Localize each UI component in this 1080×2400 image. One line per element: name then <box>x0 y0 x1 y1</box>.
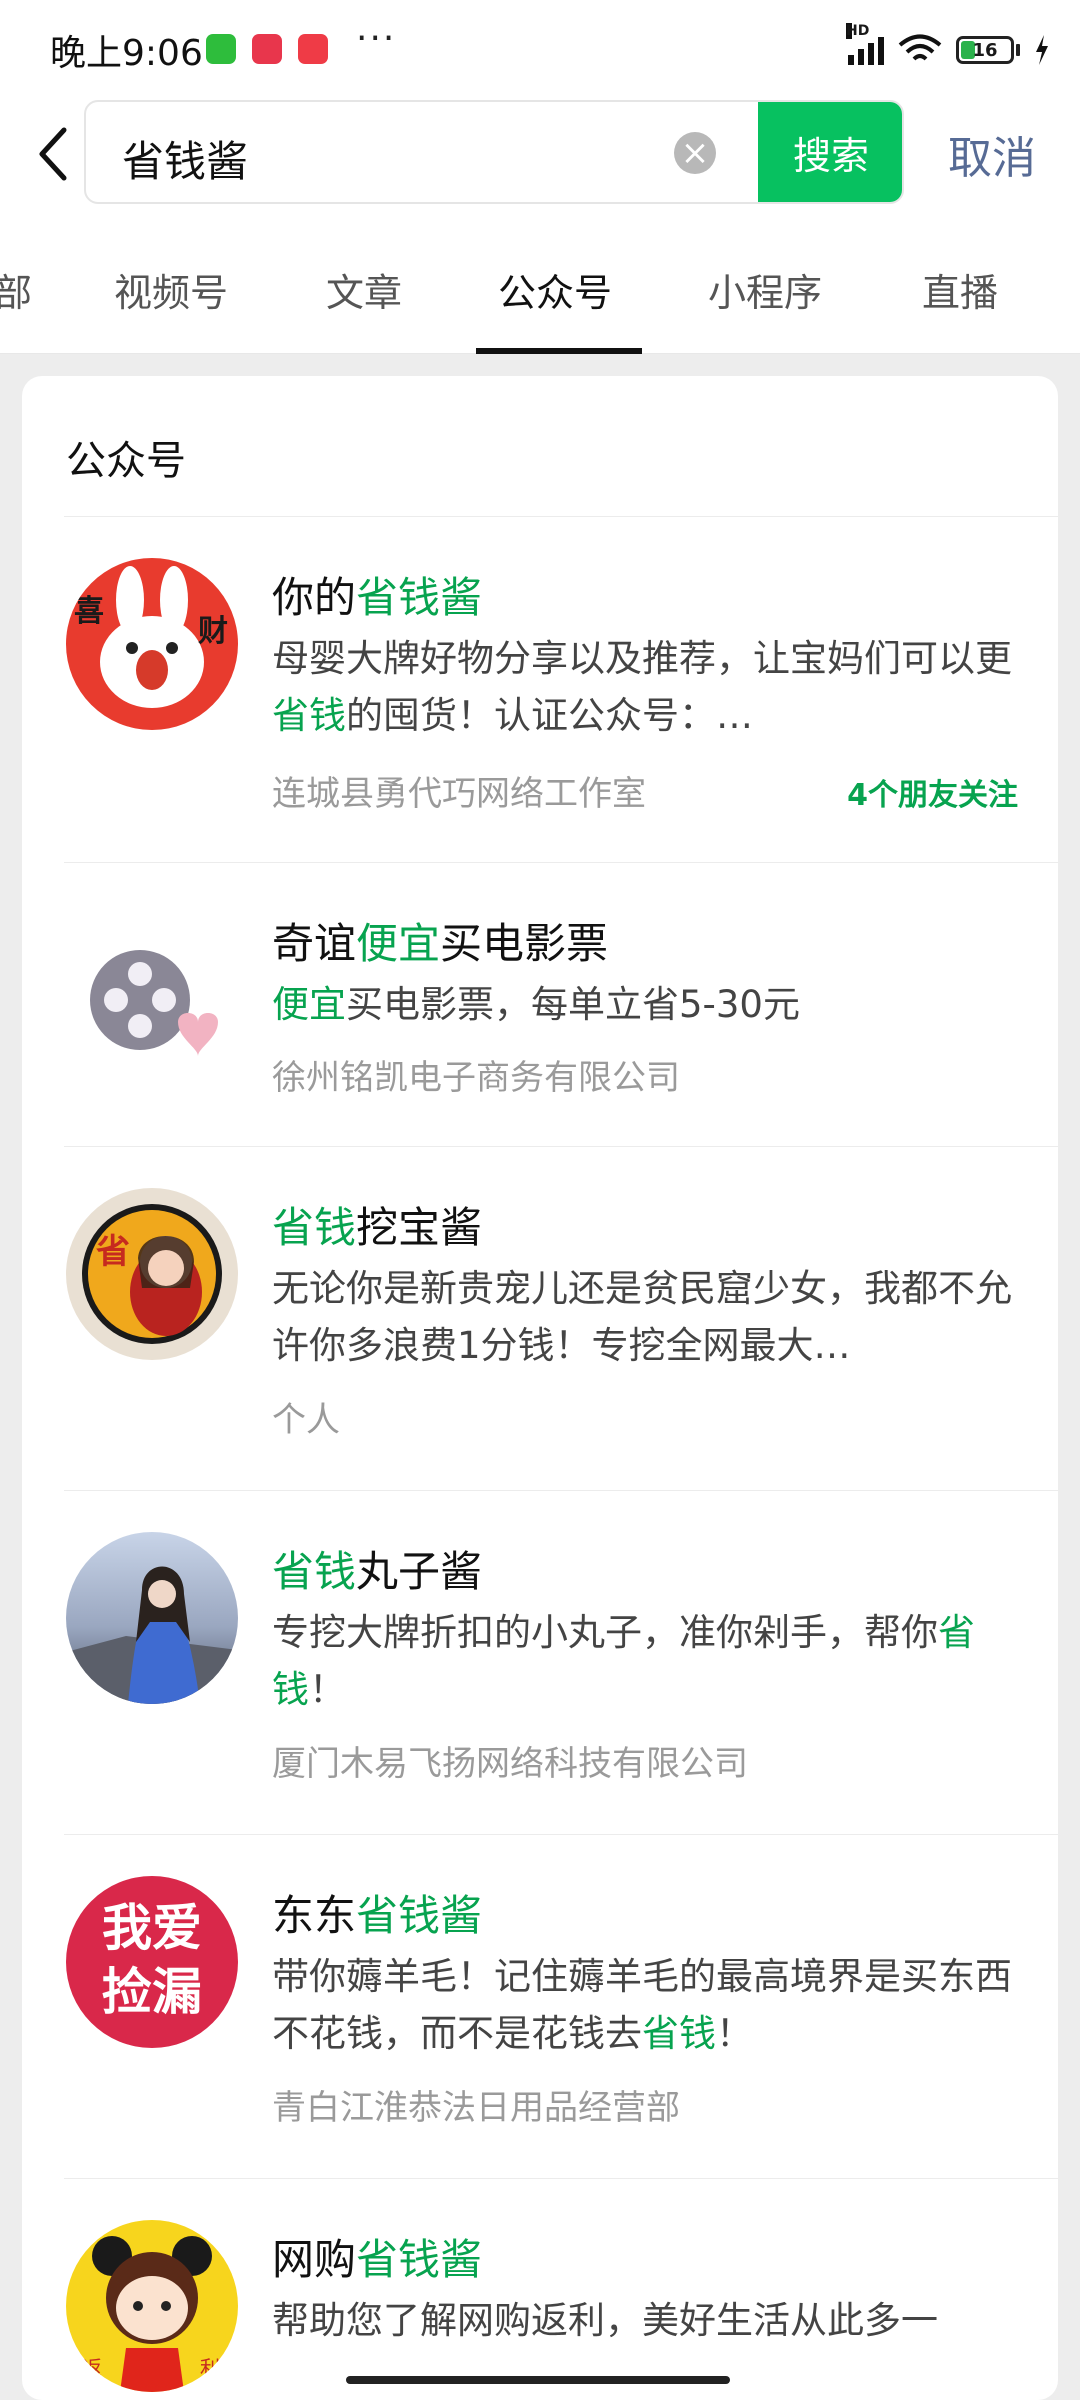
status-indicators: HD 16 <box>846 23 1050 70</box>
list-item[interactable]: 省钱丸子酱 专挖大牌折扣的小丸子，准你剁手，帮你省钱！ 厦门木易飞扬网络科技有限… <box>22 1490 1058 1834</box>
desc-text: 的囤货！认证公众号：… <box>346 694 753 737</box>
avatar-logo-line: 捡漏 <box>102 1963 202 2021</box>
status-time: 晚上9:06 <box>50 33 203 74</box>
list-item[interactable]: 奇谊便宜买电影票 便宜买电影票，每单立省5-30元 徐州铭凯电子商务有限公司 <box>22 862 1058 1146</box>
search-input[interactable]: 省钱酱 × 搜索 <box>84 100 904 204</box>
result-title: 省钱丸子酱 <box>272 1538 482 1599</box>
avatar-text: 省 <box>96 1232 130 1272</box>
desc-text: 买电影票，每单立省5-30元 <box>346 983 800 1026</box>
title-text: 东东 <box>272 1891 357 1940</box>
tab-official-accounts[interactable]: 公众号 <box>498 262 612 317</box>
cancel-button[interactable]: 取消 <box>948 122 1036 186</box>
section-title: 公众号 <box>66 438 186 484</box>
result-owner: 厦门木易飞扬网络科技有限公司 <box>272 1744 748 1784</box>
list-item[interactable]: 返 利 网购省钱酱 帮助您了解网购返利，美好生活从此多一 <box>22 2178 1058 2400</box>
result-owner: 连城县勇代巧网络工作室 <box>272 774 646 814</box>
result-owner: 个人 <box>272 1400 340 1440</box>
desc-highlight: 省钱 <box>642 2012 716 2055</box>
results-card: 公众号 喜 财 你的省钱酱 母婴大牌好物分享以及推荐，让宝妈们可以更省钱的囤货！… <box>22 376 1058 2400</box>
cell-signal-icon: HD <box>846 23 884 65</box>
list-item[interactable]: 喜 财 你的省钱酱 母婴大牌好物分享以及推荐，让宝妈们可以更省钱的囤货！认证公众… <box>22 516 1058 862</box>
result-owner: 青白江淮恭法日用品经营部 <box>272 2088 680 2128</box>
avatar-text: 喜 <box>74 594 104 629</box>
avatar-text: 利 <box>200 2356 220 2380</box>
chevron-left-icon[interactable] <box>30 124 78 184</box>
desc-highlight: 省钱 <box>272 694 346 737</box>
desc-text: 母婴大牌好物分享以及推荐，让宝妈们可以更 <box>272 637 1012 680</box>
battery-icon: 16 <box>956 36 1014 64</box>
avatar-logo-line: 我爱 <box>102 1899 202 1957</box>
search-input-value[interactable]: 省钱酱 <box>122 128 248 189</box>
result-description: 专挖大牌折扣的小丸子，准你剁手，帮你省钱！ <box>272 1604 1024 1718</box>
avatar-text: 财 <box>198 614 228 649</box>
result-description: 无论你是新贵宠儿还是贫民窟少女，我都不允许你多浪费1分钱！专挖全网最大… <box>272 1267 1012 1367</box>
search-tabs: 部 视频号 文章 公众号 小程序 直播 <box>0 210 1080 354</box>
avatar-logo-text: 我爱 捡漏 <box>66 1896 238 2024</box>
title-highlight: 省钱 <box>272 1203 357 1252</box>
friends-follow-badge: 4个朋友关注 <box>847 778 1018 813</box>
desc-text: 专挖大牌折扣的小丸子，准你剁手，帮你 <box>272 1611 938 1654</box>
result-owner: 徐州铭凯电子商务有限公司 <box>272 1058 680 1098</box>
tab-live[interactable]: 直播 <box>922 262 998 317</box>
title-highlight: 省钱酱 <box>356 2235 483 2284</box>
tab-articles[interactable]: 文章 <box>326 262 402 317</box>
wifi-icon <box>898 34 942 61</box>
desc-text: ！ <box>309 1668 346 1711</box>
film-reel-icon <box>66 918 238 1090</box>
title-text: 奇谊 <box>272 919 357 968</box>
home-indicator[interactable] <box>346 2376 730 2384</box>
result-title: 你的省钱酱 <box>272 564 482 625</box>
list-item[interactable]: 我爱 捡漏 东东省钱酱 带你薅羊毛！记住薅羊毛的最高境界是买东西不花钱，而不是花… <box>22 1834 1058 2178</box>
app-notification-icon <box>252 34 282 64</box>
photo-avatar <box>66 1532 238 1704</box>
app-notification-icon <box>298 34 328 64</box>
tab-all[interactable]: 部 <box>0 262 32 317</box>
battery-level: 16 <box>972 39 998 61</box>
title-text: 你的 <box>272 573 357 622</box>
title-highlight: 省钱酱 <box>356 1891 483 1940</box>
app-notification-icon <box>206 34 236 64</box>
girl-avatar-art <box>82 1204 222 1344</box>
more-notifications-icon: ··· <box>356 18 397 59</box>
search-button[interactable]: 搜索 <box>758 102 902 202</box>
film-reel-art <box>90 950 218 1056</box>
title-highlight: 省钱 <box>272 1547 357 1596</box>
title-text: 买电影票 <box>440 919 609 968</box>
battery-tip <box>1016 44 1020 56</box>
result-description: 便宜买电影票，每单立省5-30元 <box>272 976 1024 1033</box>
list-item[interactable]: 省 省钱挖宝酱 无论你是新贵宠儿还是贫民窟少女，我都不允许你多浪费1分钱！专挖全… <box>22 1146 1058 1490</box>
cartoon-avatar: 返 利 <box>66 2220 238 2392</box>
avatar-text: 返 <box>82 2356 102 2380</box>
title-text: 网购 <box>272 2235 357 2284</box>
rabbit-avatar: 喜 财 <box>66 558 238 730</box>
result-title: 东东省钱酱 <box>272 1882 482 1943</box>
tab-channels[interactable]: 视频号 <box>114 262 228 317</box>
network-label: HD <box>846 23 870 39</box>
title-highlight: 便宜 <box>356 919 441 968</box>
result-description: 带你薅羊毛！记住薅羊毛的最高境界是买东西不花钱，而不是花钱去省钱！ <box>272 1948 1024 2062</box>
title-text: 挖宝酱 <box>356 1203 483 1252</box>
title-highlight: 省钱酱 <box>356 573 483 622</box>
search-header: 省钱酱 × 搜索 取消 <box>0 96 1080 210</box>
desc-highlight: 便宜 <box>272 983 346 1026</box>
girl-avatar: 省 <box>66 1188 238 1360</box>
desc-text: ！ <box>716 2012 753 2055</box>
charging-icon <box>1036 35 1048 65</box>
title-text: 丸子酱 <box>356 1547 483 1596</box>
logo-avatar: 我爱 捡漏 <box>66 1876 238 2048</box>
result-title: 奇谊便宜买电影票 <box>272 910 608 971</box>
tab-mini-programs[interactable]: 小程序 <box>708 262 822 317</box>
result-description: 母婴大牌好物分享以及推荐，让宝妈们可以更省钱的囤货！认证公众号：… <box>272 630 1024 744</box>
active-tab-indicator <box>476 348 642 354</box>
result-title: 网购省钱酱 <box>272 2226 482 2287</box>
clear-icon[interactable]: × <box>674 132 716 174</box>
status-bar: 晚上9:06 ··· HD 16 <box>0 0 1080 96</box>
result-title: 省钱挖宝酱 <box>272 1194 482 1255</box>
result-description: 帮助您了解网购返利，美好生活从此多一 <box>272 2299 938 2342</box>
photo-avatar-art <box>66 1566 238 1704</box>
